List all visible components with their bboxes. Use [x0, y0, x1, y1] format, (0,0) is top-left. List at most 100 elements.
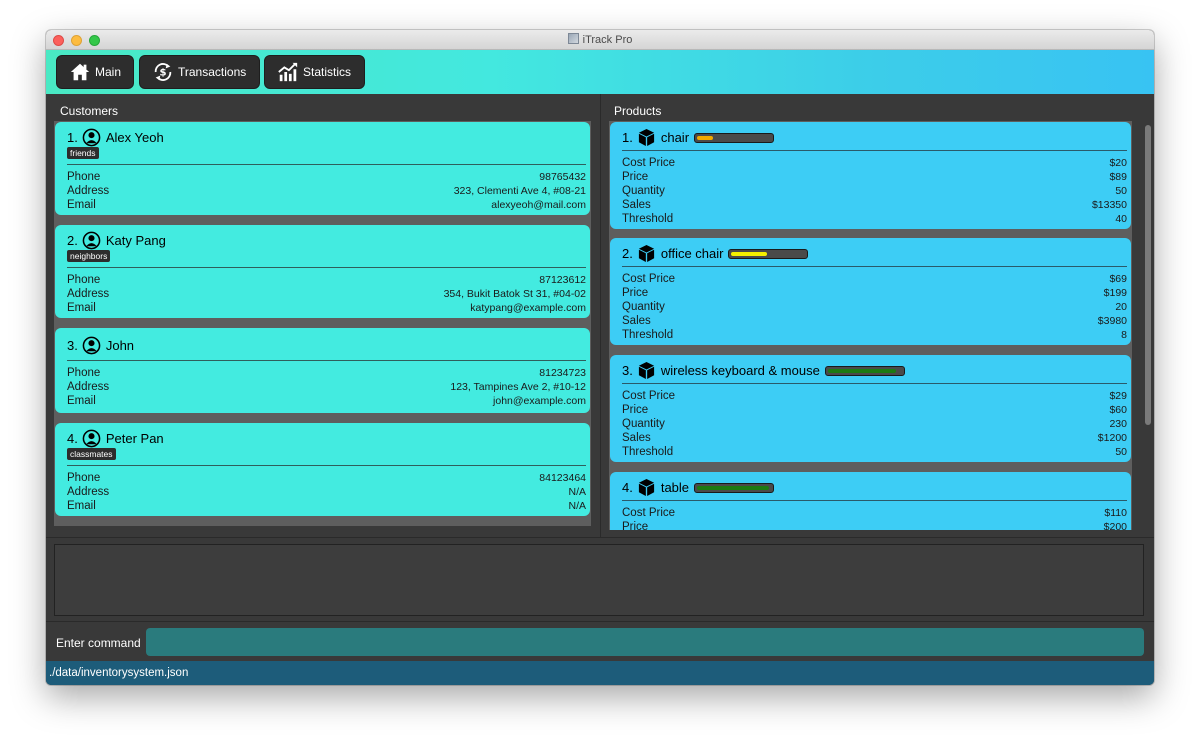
- command-input[interactable]: [146, 628, 1144, 656]
- product-card[interactable]: 3. wireless keyboard & mouse Cost Price $…: [610, 355, 1131, 462]
- address-label: Address: [67, 486, 110, 498]
- divider: [67, 267, 586, 268]
- box-icon: [638, 128, 654, 147]
- box-icon: [638, 478, 654, 497]
- product-index: 1.: [622, 130, 633, 145]
- divider: [622, 500, 1127, 501]
- product-header: 3. wireless keyboard & mouse: [622, 361, 905, 380]
- tab-main-label: Main: [95, 65, 122, 79]
- product-index: 4.: [622, 480, 633, 495]
- chart-icon: [278, 62, 298, 82]
- products-panel: Products 1. chair Cost Price $20 Price $89…: [600, 94, 1154, 537]
- phone-value: 81234723: [539, 367, 586, 379]
- customer-tag: friends: [67, 147, 99, 159]
- email-value: N/A: [568, 500, 586, 512]
- divider: [622, 150, 1127, 151]
- phone-label: Phone: [67, 171, 101, 183]
- customer-card[interactable]: 2. Katy Pang neighbors Phone 87123612 Add…: [55, 225, 590, 318]
- tab-transactions[interactable]: $ Transactions: [139, 55, 260, 89]
- customer-fields: Phone 98765432 Address 323, Clementi Ave 4…: [67, 170, 586, 212]
- product-name: chair: [660, 130, 690, 145]
- customer-fields: Phone 84123464 Address N/A Email N/A: [67, 471, 586, 513]
- app-window: iTrack Pro Main $ Transactions Statistic…: [46, 30, 1154, 685]
- sales-value: $1200: [1097, 432, 1127, 444]
- command-box: Enter command: [46, 621, 1154, 661]
- product-list[interactable]: 1. chair Cost Price $20 Price $89 Quantity…: [609, 121, 1132, 530]
- price-value: $199: [1103, 287, 1127, 299]
- price-label: Price: [622, 171, 649, 183]
- address-value: 354, Bukit Batok St 31, #04-02: [443, 288, 586, 300]
- customer-tag: classmates: [67, 448, 116, 460]
- customer-name: Peter Pan: [105, 431, 164, 446]
- box-icon: [638, 361, 654, 380]
- customer-fields: Phone 81234723 Address 123, Tampines Ave 2…: [67, 366, 586, 408]
- threshold-label: Threshold: [622, 329, 674, 341]
- money-exchange-icon: $: [154, 63, 172, 81]
- customer-card[interactable]: 4. Peter Pan classmates Phone 84123464 Ad…: [55, 423, 590, 516]
- price-label: Price: [622, 287, 649, 299]
- phone-value: 87123612: [539, 274, 586, 286]
- product-card[interactable]: 2. office chair Cost Price $69 Price $199 …: [610, 238, 1131, 345]
- product-card[interactable]: 4. table Cost Price $110 Price $200: [610, 472, 1131, 530]
- tab-statistics[interactable]: Statistics: [264, 55, 365, 89]
- customer-name: Katy Pang: [105, 233, 166, 248]
- quantity-value: 230: [1109, 418, 1127, 430]
- price-label: Price: [622, 521, 649, 530]
- phone-value: 84123464: [539, 472, 586, 484]
- email-value: john@example.com: [493, 395, 586, 407]
- customer-card[interactable]: 3. John Phone 81234723 Address 123, Tampin…: [55, 328, 590, 413]
- customer-index: 3.: [67, 338, 78, 353]
- product-fields: Cost Price $29 Price $60 Quantity 230 Sales…: [622, 389, 1127, 459]
- cost-price-value: $110: [1104, 507, 1127, 519]
- customer-index: 1.: [67, 130, 78, 145]
- products-title: Products: [614, 104, 662, 118]
- email-label: Email: [67, 302, 96, 314]
- threshold-value: 50: [1115, 446, 1127, 458]
- product-list-scrollbar[interactable]: [1144, 121, 1152, 530]
- phone-label: Phone: [67, 274, 101, 286]
- quantity-value: 20: [1115, 301, 1127, 313]
- email-value: katypang@example.com: [470, 302, 586, 314]
- customers-panel: Customers 1. Alex Yeoh friends Phone 9876…: [46, 94, 600, 537]
- product-index: 2.: [622, 246, 633, 261]
- product-fields: Cost Price $110 Price $200: [622, 506, 1127, 530]
- save-file-path: ./data/inventorysystem.json: [49, 667, 189, 679]
- customer-index: 4.: [67, 431, 78, 446]
- quantity-value: 50: [1115, 185, 1127, 197]
- quantity-label: Quantity: [622, 418, 665, 430]
- product-card[interactable]: 1. chair Cost Price $20 Price $89 Quantity…: [610, 122, 1131, 229]
- threshold-value: 40: [1115, 213, 1127, 225]
- price-value: $89: [1109, 171, 1127, 183]
- app-icon: [567, 33, 579, 44]
- address-label: Address: [67, 381, 110, 393]
- phone-label: Phone: [67, 367, 101, 379]
- address-label: Address: [67, 288, 110, 300]
- customer-header: 2. Katy Pang: [67, 231, 166, 250]
- cost-price-label: Cost Price: [622, 390, 676, 402]
- person-icon: [82, 231, 101, 250]
- home-icon: [70, 63, 90, 81]
- customer-name: Alex Yeoh: [105, 130, 164, 145]
- cost-price-value: $20: [1109, 157, 1127, 169]
- stock-level-fill: [697, 135, 714, 140]
- tab-main[interactable]: Main: [56, 55, 134, 89]
- cost-price-label: Cost Price: [622, 507, 676, 519]
- customer-index: 2.: [67, 233, 78, 248]
- sales-value: $3980: [1097, 315, 1127, 327]
- threshold-label: Threshold: [622, 213, 674, 225]
- customer-header: 3. John: [67, 336, 134, 355]
- person-icon: [82, 336, 101, 355]
- product-name: office chair: [660, 246, 724, 261]
- quantity-label: Quantity: [622, 185, 665, 197]
- customer-header: 1. Alex Yeoh: [67, 128, 164, 147]
- stock-level-bar: [824, 365, 905, 376]
- scrollbar-thumb[interactable]: [1145, 125, 1151, 425]
- box-icon: [638, 244, 654, 263]
- title-bar: iTrack Pro: [46, 30, 1154, 50]
- phone-label: Phone: [67, 472, 101, 484]
- stock-level-bar: [728, 248, 809, 259]
- stock-level-fill: [827, 368, 896, 373]
- customer-card[interactable]: 1. Alex Yeoh friends Phone 98765432 Addre…: [55, 122, 590, 215]
- product-index: 3.: [622, 363, 633, 378]
- customer-list[interactable]: 1. Alex Yeoh friends Phone 98765432 Addre…: [54, 121, 591, 526]
